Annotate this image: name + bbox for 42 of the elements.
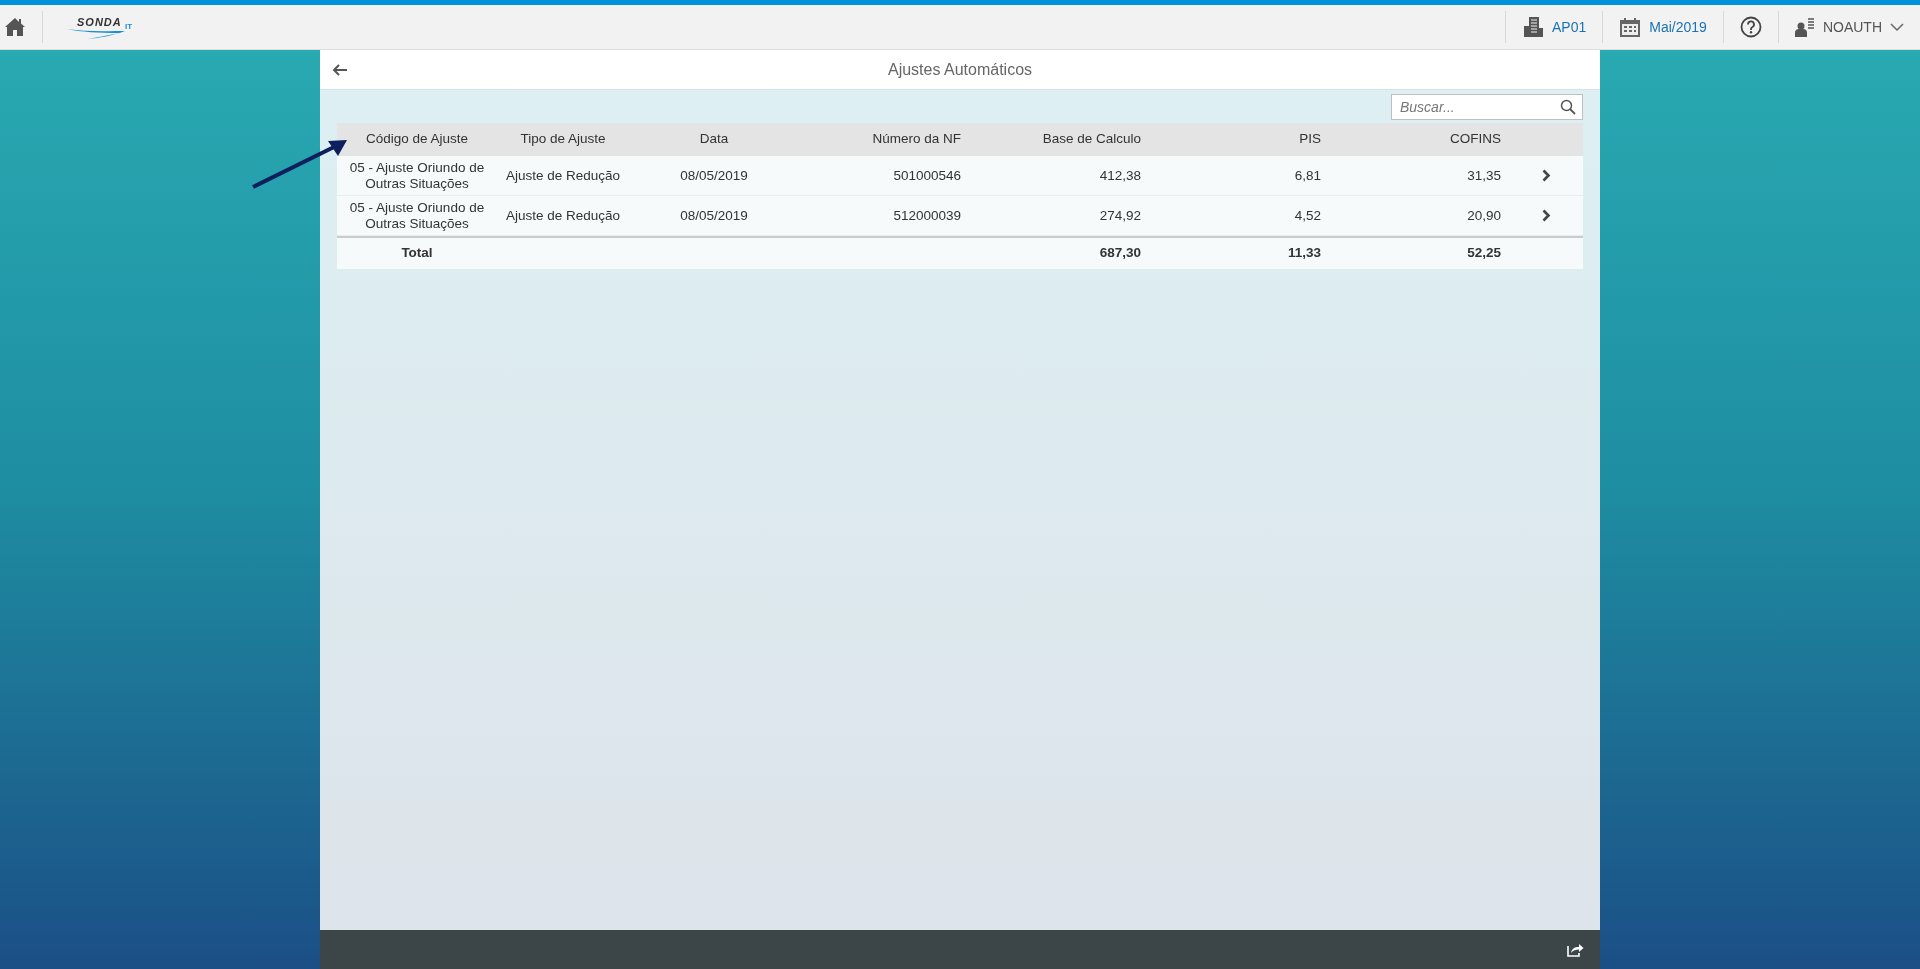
column-header: PIS [1149,123,1329,156]
home-icon[interactable] [4,17,26,37]
column-header: COFINS [1329,123,1509,156]
share-icon[interactable] [1567,942,1584,957]
page-title: Ajustes Automáticos [887,59,1033,80]
column-header: Tipo de Ajuste [497,123,629,156]
table-cell: 05 - Ajuste Oriundo de Outras Situações [337,156,497,196]
table-cell: 274,92 [969,196,1149,236]
search-field[interactable]: Buscar... [1391,94,1583,120]
total-value: 687,30 [969,236,1149,269]
back-arrow-icon[interactable] [332,64,348,76]
help-icon[interactable] [1739,16,1762,38]
company-link[interactable]: AP01 [1552,16,1587,38]
total-value: 11,33 [1149,236,1329,269]
column-header: Código de Ajuste [337,123,497,156]
user-name[interactable]: NOAUTH [1822,16,1882,38]
column-header: Número da NF [799,123,969,156]
table-cell: 6,81 [1149,156,1329,196]
table-cell: 05 - Ajuste Oriundo de Outras Situações [337,196,497,236]
company-logo: SONDA IT [65,13,135,41]
table-cell: 20,90 [1329,196,1509,236]
chevron-down-icon[interactable] [1890,22,1904,32]
chevron-right-icon[interactable] [1541,209,1551,222]
period-link[interactable]: Mai/2019 [1649,16,1707,38]
column-header: Base de Calculo [969,123,1149,156]
table-cell: Ajuste de Redução [497,156,629,196]
calendar-icon[interactable] [1619,16,1642,38]
table-cell: 31,35 [1329,156,1509,196]
building-icon[interactable] [1522,16,1545,38]
table-cell: 4,52 [1149,196,1329,236]
table-cell: 512000039 [799,196,969,236]
table-cell: 412,38 [969,156,1149,196]
table-cell: Ajuste de Redução [497,196,629,236]
user-icon[interactable] [1794,17,1815,37]
total-value: 52,25 [1329,236,1509,269]
search-icon[interactable] [1560,99,1576,115]
table-cell: 08/05/2019 [629,196,799,236]
column-header: Data [629,123,799,156]
table-cell: 08/05/2019 [629,156,799,196]
chevron-right-icon[interactable] [1541,169,1551,182]
total-label: Total [337,236,497,269]
table-cell: 501000546 [799,156,969,196]
